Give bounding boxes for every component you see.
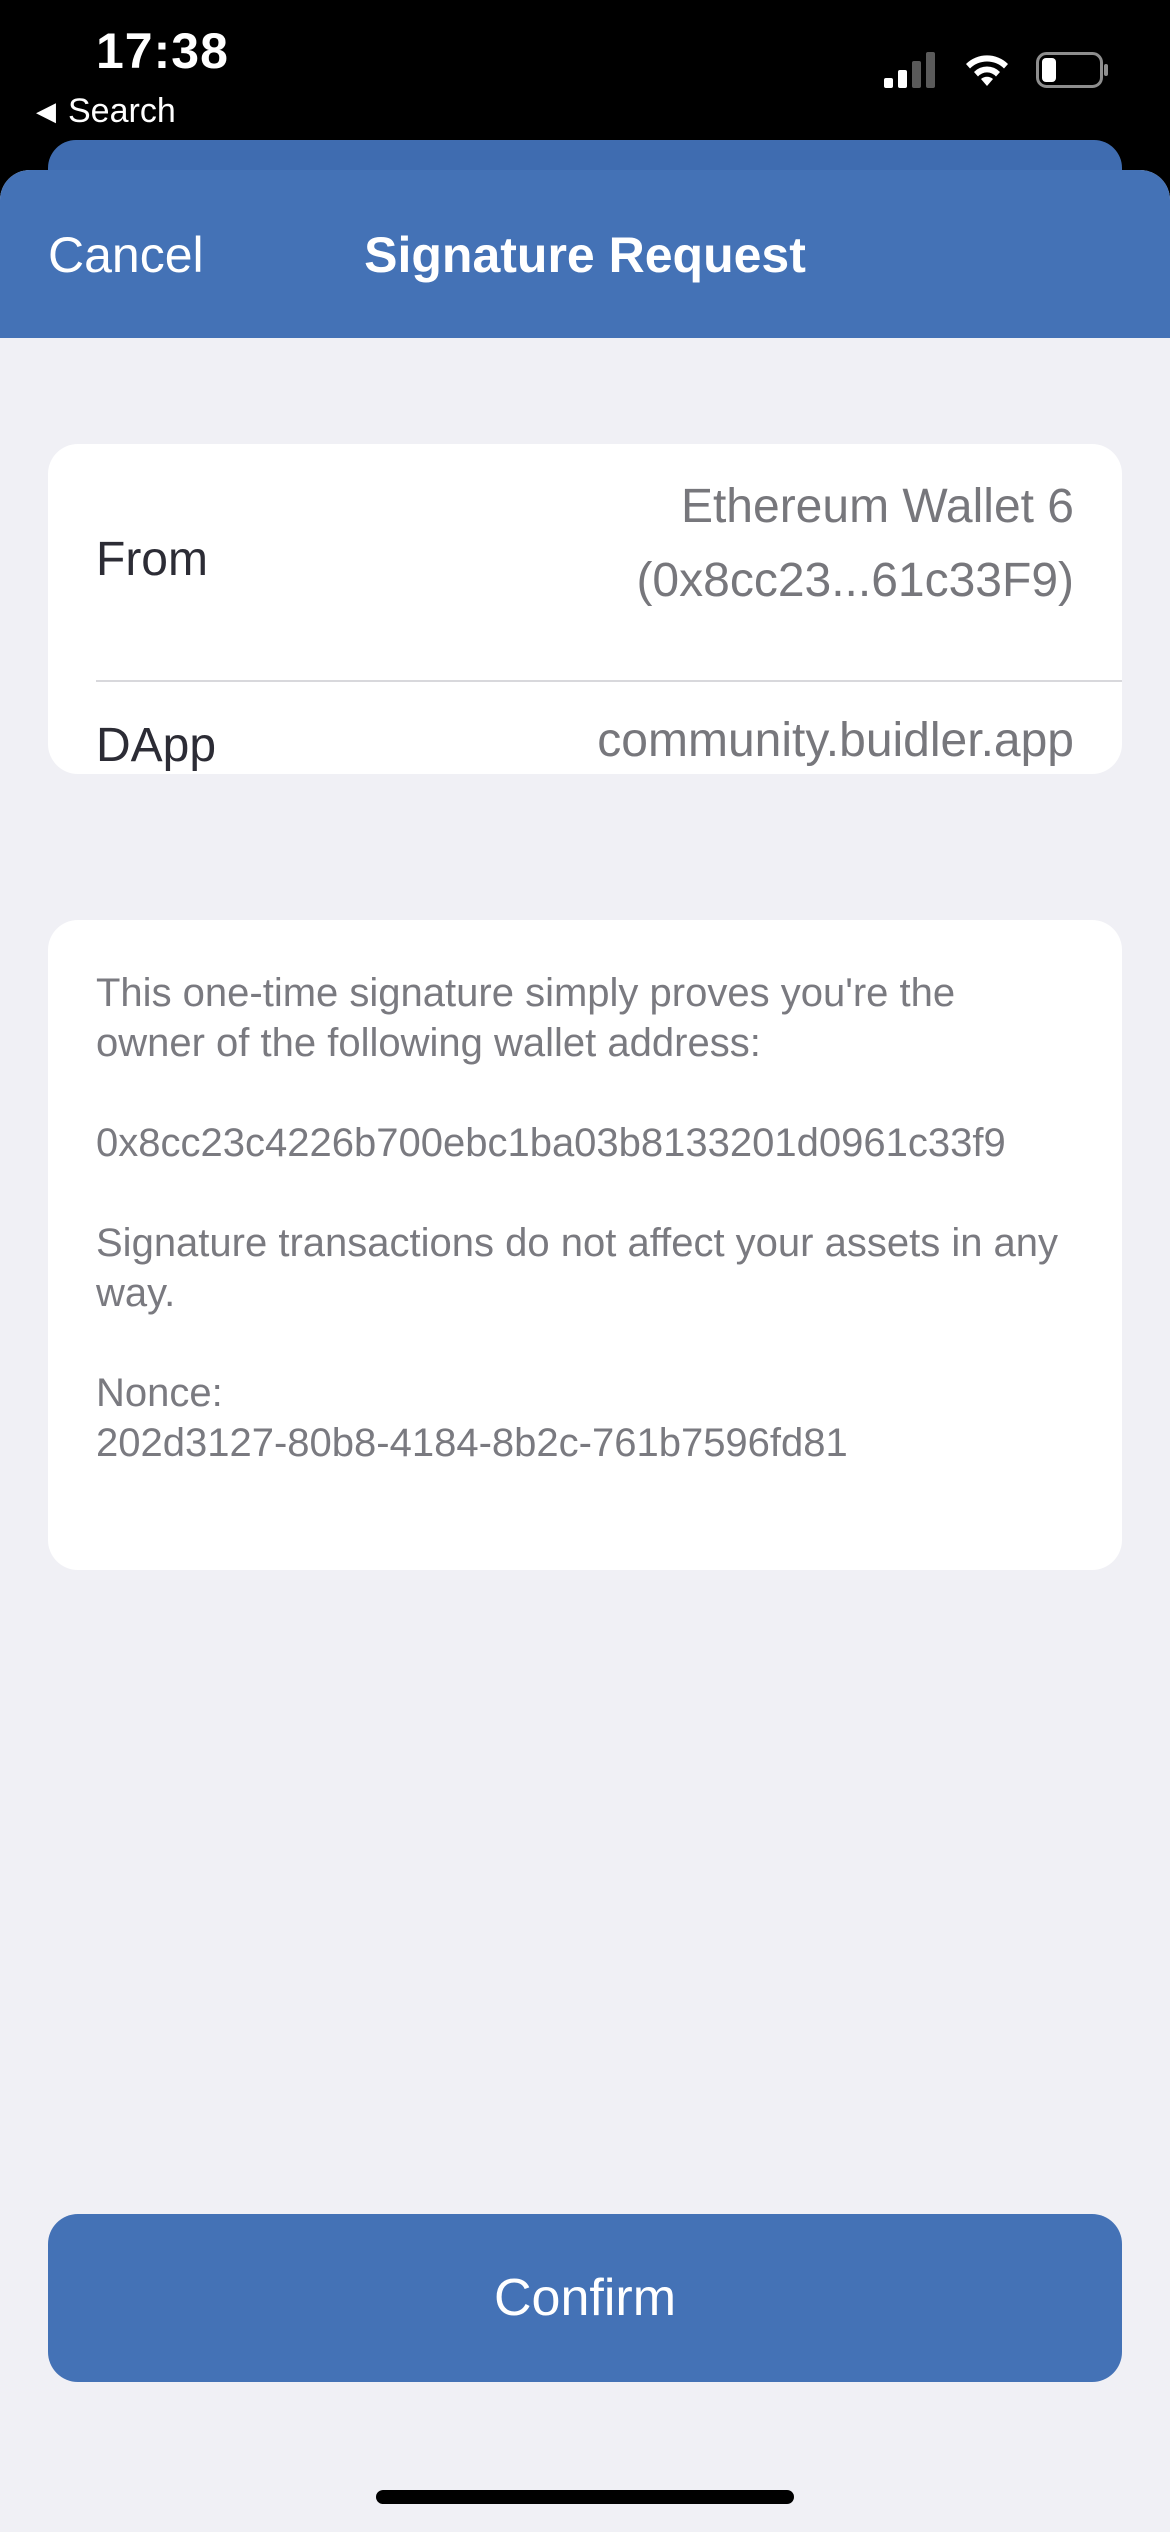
from-row: From Ethereum Wallet 6 (0x8cc23...61c33F… — [48, 444, 1122, 680]
request-info-card: From Ethereum Wallet 6 (0x8cc23...61c33F… — [48, 444, 1122, 774]
status-indicators — [884, 52, 1110, 88]
from-wallet-address: (0x8cc23...61c33F9) — [636, 554, 1074, 607]
back-triangle-icon: ◀ — [36, 96, 56, 126]
home-indicator — [376, 2490, 794, 2504]
nonce-value: 202d3127-80b8-4184-8b2c-761b7596fd81 — [96, 1421, 848, 1465]
page-title: Signature Request — [364, 227, 806, 283]
back-label: Search — [68, 92, 176, 130]
confirm-button[interactable]: Confirm — [48, 2214, 1122, 2382]
screen: 17:38 ◀ Search Cancel Signature Request … — [0, 0, 1170, 2532]
dapp-row: DApp community.buidler.app — [48, 682, 1122, 774]
from-wallet-name: Ethereum Wallet 6 — [680, 480, 1074, 533]
cellular-signal-icon — [884, 52, 935, 88]
message-nonce: Nonce: 202d3127-80b8-4184-8b2c-761b7596f… — [96, 1368, 1074, 1468]
from-label: From — [96, 533, 208, 586]
signature-request-sheet: Cancel Signature Request From Ethereum W… — [0, 170, 1170, 2532]
from-value: Ethereum Wallet 6 (0x8cc23...61c33F9) — [636, 470, 1074, 618]
nav-bar: Cancel Signature Request — [0, 170, 1170, 338]
message-intro: This one-time signature simply proves yo… — [96, 971, 956, 1065]
dapp-value: community.buidler.app — [597, 714, 1074, 767]
status-bar: 17:38 ◀ Search — [0, 0, 1170, 140]
message-card: This one-time signature simply proves yo… — [48, 920, 1122, 1570]
message-notice: Signature transactions do not affect you… — [96, 1221, 1059, 1315]
dapp-label: DApp — [96, 719, 217, 772]
nonce-label: Nonce: — [96, 1371, 223, 1415]
message-address: 0x8cc23c4226b700ebc1ba03b8133201d0961c33… — [96, 1121, 1006, 1165]
wifi-icon — [966, 55, 1008, 86]
back-to-search-link[interactable]: ◀ Search — [36, 92, 176, 131]
status-time: 17:38 — [96, 23, 229, 79]
battery-icon — [1036, 52, 1108, 88]
